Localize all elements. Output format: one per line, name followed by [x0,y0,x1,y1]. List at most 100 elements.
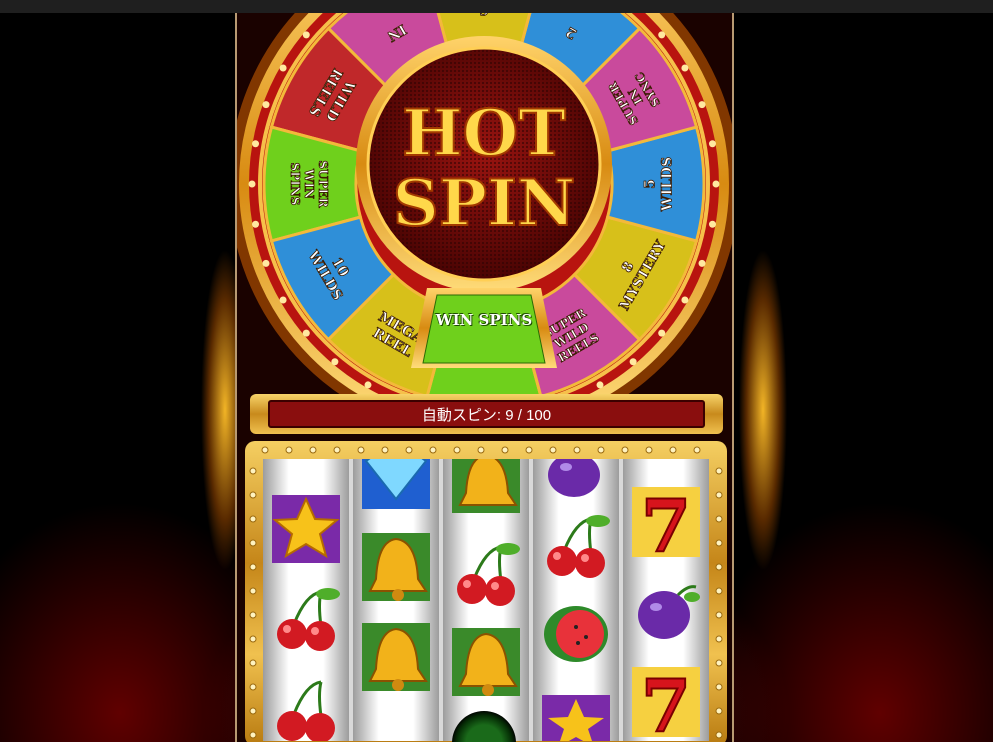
wheel-bulb [279,296,287,304]
frame-bolt [357,446,365,454]
frame-bolt [249,587,257,595]
frame-bolt [715,707,723,715]
plum-symbol [638,585,700,639]
bell-symbol [362,623,430,691]
reel-4 [533,459,619,741]
wheel-bulb [302,31,310,39]
right-light-glow [733,200,793,620]
wheel-bulb [658,31,666,39]
frame-bolt [715,683,723,691]
wheel-bulb [262,259,270,267]
diamond-symbol [362,459,430,509]
reels-area: 7 7 [263,459,709,741]
reel-frame: 7 7 [245,441,727,742]
frame-bolt [525,446,533,454]
frame-bolt [453,446,461,454]
wheel-bulb [708,220,716,228]
frame-bolt [715,731,723,739]
bell-symbol [362,533,430,601]
frame-bolt [715,467,723,475]
plum-symbol [548,459,600,497]
cherry-symbol [547,515,610,578]
hot-spin-title-line2: SPIN [393,166,576,241]
frame-bolt [333,446,341,454]
frame-bolt [715,659,723,667]
frame-bolt [261,446,269,454]
wheel-bulb [302,329,310,337]
frame-bolt [645,446,653,454]
frame-bolt [501,446,509,454]
frame-bolt [249,539,257,547]
frame-bolt [715,539,723,547]
frame-bolt [715,491,723,499]
frame-bolt [249,683,257,691]
frame-bolt [249,515,257,523]
frame-bolt [249,635,257,643]
frame-bolt [715,587,723,595]
frame-bolt [309,446,317,454]
frame-bolt [429,446,437,454]
hot-spin-title-line1: HOT [402,96,566,171]
wheel-bulb [712,180,720,188]
bell-symbol [452,459,520,513]
wheel-bulb [252,220,260,228]
frame-bolt [715,563,723,571]
frame-bolt [715,515,723,523]
frame-bolt [249,467,257,475]
win-spins-selected-label: WIN SPINS [435,311,533,329]
seven-symbol: 7 [632,665,700,739]
reel-3 [443,459,529,741]
svg-text:7: 7 [641,665,691,739]
browser-top-bar [0,0,993,13]
cherry-symbol [457,543,520,606]
wheel-bulb [681,64,689,72]
star-symbol [272,495,340,563]
frame-bolt [249,491,257,499]
seven-symbol: 7 [632,485,700,559]
frame-bolt [285,446,293,454]
frame-bolt [549,446,557,454]
reel-5: 7 7 [623,459,709,741]
frame-bolt [573,446,581,454]
wheel-bulb [364,381,372,389]
wheel-bulb [681,296,689,304]
wheel-bulb [698,259,706,267]
slot-game: SUPERWILDREELS 8MYSTERY 5WILDS SUPERINSYNC 2… [235,13,734,742]
cherry-symbol [277,680,335,741]
wheel-bulb [279,64,287,72]
wheel-bulb [248,180,256,188]
frame-bolt [477,446,485,454]
wheel-bulb [331,358,339,366]
frame-bolt [669,446,677,454]
frame-bolt [597,446,605,454]
frame-bolt [249,731,257,739]
bonus-wheel[interactable]: SUPERWILDREELS8MYSTERY5WILDSSUPERINSYNC2… [237,13,734,413]
frame-bolt [715,635,723,643]
wheel-bulb [262,101,270,109]
svg-text:7: 7 [641,485,691,559]
frame-bolt [405,446,413,454]
wheel-bulb [596,381,604,389]
frame-bolt [381,446,389,454]
frame-bolt [249,659,257,667]
autospin-counter: 自動スピン: 9 / 100 [268,400,705,428]
wheel-segment-label: 6 [479,13,489,17]
wheel-bulb [629,358,637,366]
frame-bolt [249,707,257,715]
wheel-bulb [708,140,716,148]
star-symbol [542,695,610,741]
frame-bolt [621,446,629,454]
wheel-bulb [252,140,260,148]
bell-symbol [452,628,520,696]
cherry-symbol [277,588,340,651]
frame-bolt [249,563,257,571]
watermelon-symbol [544,606,608,662]
frame-bolt [715,611,723,619]
reel-2 [353,459,439,741]
autospin-banner: 自動スピン: 9 / 100 [250,394,723,434]
reel-1 [263,459,349,741]
frame-bolt [693,446,701,454]
frame-bolt [249,611,257,619]
wheel-bulb [658,329,666,337]
wheel-bulb [698,101,706,109]
